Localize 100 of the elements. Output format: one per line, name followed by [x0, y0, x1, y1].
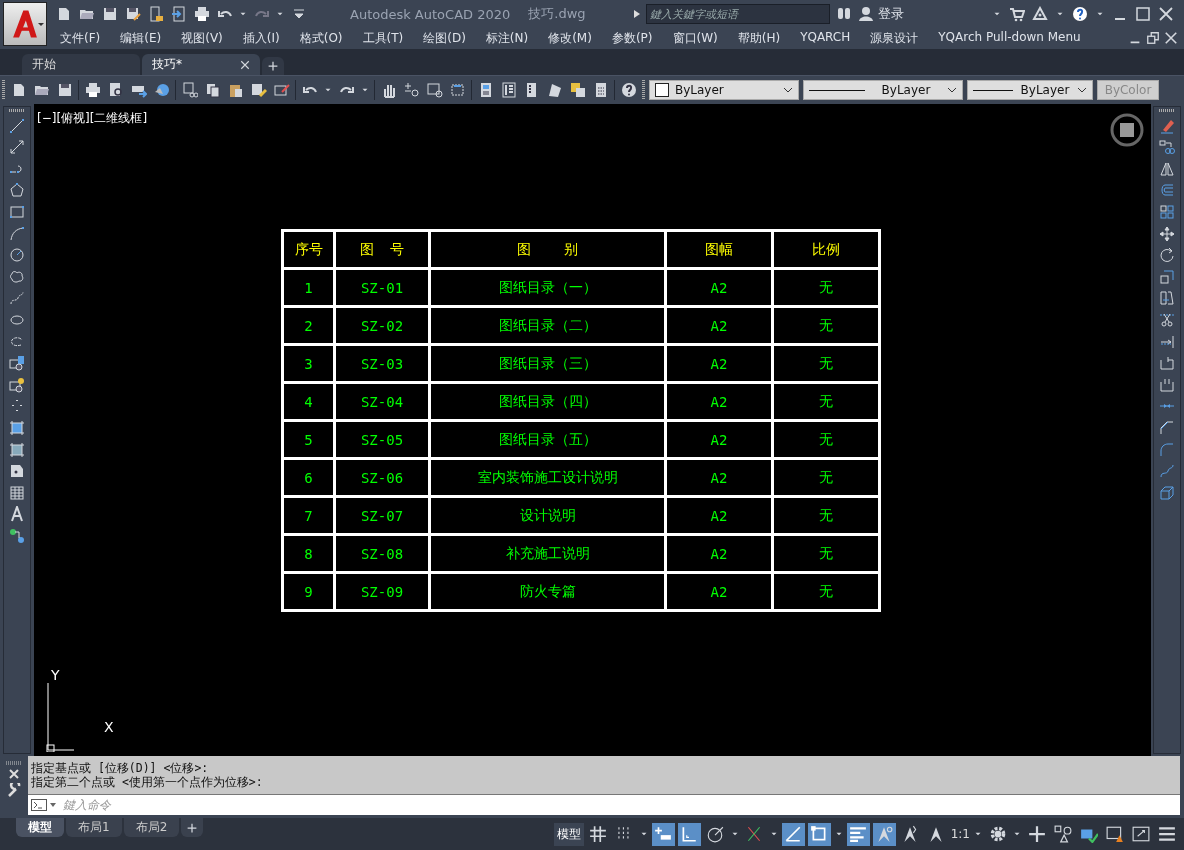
property-dropdown[interactable]: ByLayer: [967, 80, 1093, 100]
construction-line-icon[interactable]: [9, 139, 25, 156]
rectangle-icon[interactable]: [9, 203, 25, 220]
dynamic-input-icon[interactable]: [651, 822, 675, 846]
menu-item[interactable]: 标注(N): [475, 29, 539, 47]
grip-handle-icon[interactable]: [6, 761, 22, 765]
make-block-icon[interactable]: [9, 376, 25, 393]
zoom-realtime-icon[interactable]: [402, 82, 421, 98]
share-icon[interactable]: [169, 6, 188, 22]
object-tracking-icon[interactable]: [781, 822, 805, 846]
array-icon[interactable]: [1159, 203, 1175, 220]
help-icon[interactable]: [619, 82, 638, 98]
hatch-icon[interactable]: [9, 419, 25, 436]
model-space-button[interactable]: 模型: [553, 822, 584, 846]
blend-curves-icon[interactable]: [1159, 463, 1175, 480]
revision-cloud-icon[interactable]: [9, 268, 25, 285]
break-at-point-icon[interactable]: [1159, 355, 1175, 372]
cart-icon[interactable]: [1009, 6, 1025, 22]
eraser-icon[interactable]: [1159, 117, 1175, 134]
printer-icon[interactable]: [83, 82, 102, 98]
menu-item[interactable]: 工具(T): [352, 29, 414, 47]
menu-item[interactable]: YQARCH: [790, 29, 861, 47]
grip-handle[interactable]: [642, 80, 645, 100]
text-icon[interactable]: [9, 506, 25, 523]
cut-icon[interactable]: [180, 82, 199, 98]
match-properties-icon[interactable]: [249, 82, 268, 98]
grip-handle[interactable]: [2, 80, 5, 100]
layout-tab[interactable]: 布局1: [66, 818, 122, 837]
copy-object-icon[interactable]: [1159, 139, 1175, 156]
terminal-icon[interactable]: [28, 795, 60, 815]
circle-icon[interactable]: [9, 247, 25, 264]
region-icon[interactable]: [9, 463, 25, 480]
break-icon[interactable]: [1159, 376, 1175, 393]
markup-icon[interactable]: [568, 82, 587, 98]
zoom-window-icon[interactable]: [425, 82, 444, 98]
menu-item[interactable]: 绘图(D): [413, 29, 476, 47]
close-icon[interactable]: [1164, 31, 1178, 45]
menu-item[interactable]: 帮助(H): [727, 29, 791, 47]
close-icon[interactable]: [1158, 6, 1174, 22]
add-selected-icon[interactable]: [9, 527, 25, 544]
annotation-monitor-icon[interactable]: [872, 822, 896, 846]
printer-icon[interactable]: [192, 6, 211, 22]
search-field[interactable]: 鍵入关鍵字或短语: [646, 4, 830, 24]
menu-item[interactable]: 源泉设计: [860, 29, 929, 47]
annotation-scale-button[interactable]: 1:1: [950, 827, 970, 841]
viewcube-icon[interactable]: [1109, 112, 1145, 148]
explode-icon[interactable]: [1159, 484, 1175, 501]
block-editor-icon[interactable]: [272, 82, 291, 98]
design-center-icon[interactable]: [499, 82, 518, 98]
application-menu-button[interactable]: [3, 2, 47, 46]
extend-icon[interactable]: [1159, 333, 1175, 350]
close-icon[interactable]: [9, 769, 19, 779]
property-dropdown[interactable]: ByLayer: [803, 80, 963, 100]
menu-item[interactable]: 文件(F): [50, 29, 111, 47]
lineweight-icon[interactable]: [846, 822, 870, 846]
close-icon[interactable]: [240, 59, 250, 70]
shapes-icon[interactable]: [1051, 822, 1074, 846]
menu-item[interactable]: 插入(I): [232, 29, 290, 47]
new-layout-button[interactable]: [181, 818, 204, 837]
spline-icon[interactable]: [9, 290, 25, 307]
menu-item[interactable]: 视图(V): [171, 29, 233, 47]
mirror-icon[interactable]: [1159, 160, 1175, 177]
menu-item[interactable]: 编辑(E): [110, 29, 172, 47]
layout-tab[interactable]: 布局2: [123, 818, 180, 837]
drawing-canvas[interactable]: [34, 104, 1151, 756]
table-icon[interactable]: [9, 484, 25, 501]
menu-item[interactable]: 参数(P): [601, 29, 663, 47]
polygon-icon[interactable]: [9, 182, 25, 199]
chamfer-icon[interactable]: [1159, 419, 1175, 436]
scale-icon[interactable]: [1159, 268, 1175, 285]
rotate-icon[interactable]: [1159, 247, 1175, 264]
maximize-icon[interactable]: [1135, 6, 1151, 22]
property-dropdown[interactable]: ByLayer: [649, 80, 799, 100]
restore-icon[interactable]: [1146, 31, 1160, 45]
sign-in-button[interactable]: 登录: [858, 5, 904, 23]
move-icon[interactable]: [1159, 225, 1175, 242]
grip-handle[interactable]: [9, 109, 25, 112]
line-icon[interactable]: [9, 117, 25, 134]
viewport-label[interactable]: [−][俯视][二维线框]: [37, 110, 148, 127]
scissors-icon[interactable]: [1159, 311, 1175, 328]
stretch-icon[interactable]: [1159, 290, 1175, 307]
arc-icon[interactable]: [9, 225, 25, 242]
object-snap-icon[interactable]: [807, 822, 831, 846]
wrench-icon[interactable]: [7, 783, 21, 797]
menu-item[interactable]: YQArch Pull-down Menu: [928, 29, 1091, 47]
layout-tab[interactable]: 模型: [16, 818, 64, 837]
command-input-field[interactable]: 鍵入命令: [60, 795, 1180, 815]
document-tab[interactable]: 开始: [22, 54, 140, 75]
menu-item[interactable]: 格式(O): [289, 29, 353, 47]
menu-item[interactable]: 窗口(W): [662, 29, 728, 47]
expand-arrow-icon[interactable]: [634, 10, 640, 18]
insert-block-icon[interactable]: [9, 355, 25, 372]
help-icon[interactable]: [1072, 6, 1088, 22]
ortho-icon[interactable]: [677, 822, 701, 846]
offset-icon[interactable]: [1159, 182, 1175, 199]
triangle-icon[interactable]: [1032, 6, 1048, 22]
zoom-previous-icon[interactable]: [448, 82, 467, 98]
new-tab-button[interactable]: [262, 57, 284, 75]
document-tab[interactable]: 技巧*: [142, 54, 260, 75]
gradient-icon[interactable]: [9, 441, 25, 458]
